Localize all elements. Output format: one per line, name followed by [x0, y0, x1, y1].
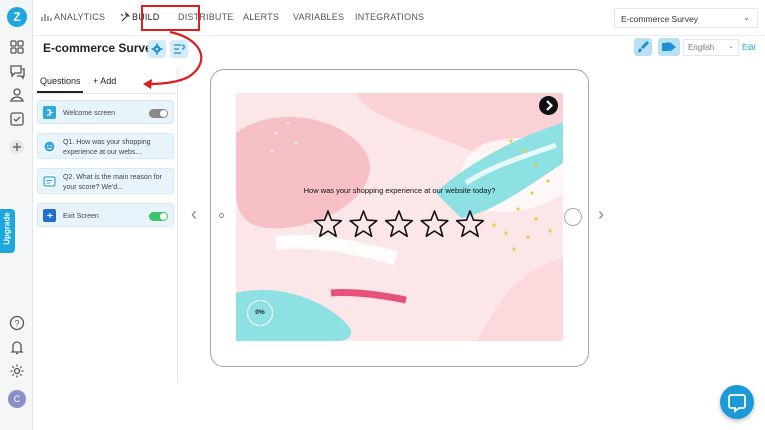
nav-integrations[interactable]: INTEGRATIONS	[355, 12, 424, 22]
next-question-button[interactable]	[539, 96, 558, 115]
star-rating[interactable]	[312, 209, 488, 241]
star-icon[interactable]	[384, 210, 414, 238]
grid-icon[interactable]	[8, 38, 26, 56]
language-select-value: English	[688, 43, 715, 52]
logo[interactable]: Z	[7, 7, 27, 27]
survey-select-value: E-commerce Survey	[621, 14, 698, 24]
survey-select[interactable]: E-commerce Survey ⌄	[614, 8, 758, 28]
exit-toggle[interactable]	[149, 212, 168, 221]
help-icon[interactable]: ?	[8, 314, 26, 332]
welcome-icon	[43, 106, 56, 119]
home-button-icon	[564, 208, 582, 226]
chat-launcher-button[interactable]	[720, 385, 754, 419]
chevron-down-icon: ⌄	[728, 43, 734, 50]
chevron-right-icon	[546, 100, 554, 111]
questions-panel: Questions + Add Welcome screen Q1. How w…	[33, 68, 178, 382]
edit-language-link[interactable]: Edit	[742, 43, 756, 52]
star-icon[interactable]	[420, 210, 449, 238]
progress-indicator: 0%	[247, 300, 273, 326]
question-text: How was your shopping experience at our …	[303, 186, 496, 195]
bell-icon[interactable]	[8, 338, 26, 356]
smiley-icon	[43, 140, 56, 153]
user-icon[interactable]	[8, 86, 26, 104]
chevron-down-icon: ⌄	[743, 13, 750, 22]
nav-analytics-label: ANALYTICS	[54, 12, 106, 22]
checklist-icon[interactable]	[8, 110, 26, 128]
chat-bubble-icon	[728, 394, 746, 413]
list-item-q1[interactable]: Q1. How was your shopping experience at …	[37, 133, 174, 159]
nav-analytics[interactable]: ANALYTICS	[41, 12, 105, 22]
list-item-label: Q1. How was your shopping experience at …	[63, 139, 151, 156]
annotation-arrow	[143, 30, 203, 89]
tag-icon	[662, 42, 676, 52]
next-arrow-icon[interactable]: ›	[598, 204, 604, 225]
star-icon[interactable]	[313, 210, 343, 238]
svg-text:?: ?	[14, 319, 19, 329]
nav-alerts[interactable]: ALERTS	[243, 12, 279, 22]
list-item-label: Q2. What is the main reason for your sco…	[63, 174, 162, 191]
exit-icon	[43, 209, 56, 222]
tags-button[interactable]	[658, 38, 680, 56]
previous-arrow-icon[interactable]: ‹	[191, 204, 197, 225]
avatar[interactable]: C	[8, 390, 26, 408]
language-select[interactable]: English ⌄	[683, 39, 739, 56]
tools-icon	[120, 11, 131, 22]
list-item-exit[interactable]: Exit Screen	[37, 203, 174, 227]
tab-questions[interactable]: Questions	[40, 76, 81, 86]
camera-icon	[219, 213, 224, 218]
nav-variables[interactable]: VARIABLES	[293, 12, 344, 22]
list-item-welcome[interactable]: Welcome screen	[37, 100, 174, 124]
brush-icon	[638, 41, 649, 53]
design-button[interactable]	[634, 38, 652, 56]
chat-icon[interactable]	[8, 62, 26, 80]
text-box-icon	[43, 175, 56, 188]
bar-chart-icon	[41, 14, 52, 21]
star-icon[interactable]	[455, 210, 485, 238]
welcome-toggle[interactable]	[149, 109, 168, 118]
gear-icon[interactable]	[8, 362, 26, 380]
upgrade-button[interactable]: Upgrade	[0, 209, 15, 253]
plus-icon[interactable]	[8, 138, 26, 156]
upgrade-label: Upgrade	[2, 212, 12, 245]
star-icon[interactable]	[349, 210, 378, 238]
tab-add[interactable]: + Add	[93, 76, 116, 86]
left-rail: Z Upgrade ? C	[0, 0, 33, 430]
list-item-q2[interactable]: Q2. What is the main reason for your sco…	[37, 168, 174, 194]
